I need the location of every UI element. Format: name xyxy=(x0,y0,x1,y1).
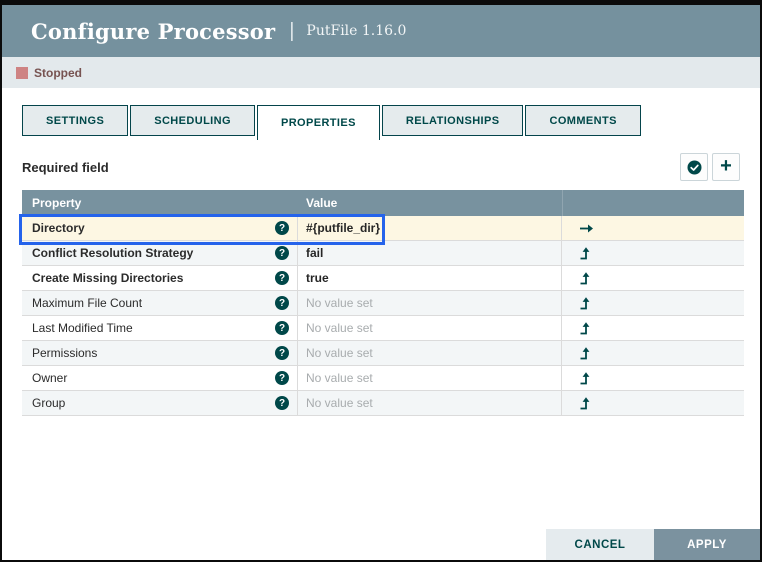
property-value[interactable]: No value set xyxy=(306,321,373,335)
table-row-permissions[interactable]: Permissions ? No value set xyxy=(22,341,744,366)
properties-toolbar: Required field + xyxy=(22,153,740,181)
level-up-arrow-icon xyxy=(579,396,591,410)
dialog-footer: CANCEL APPLY xyxy=(546,529,760,560)
toolbar-buttons: + xyxy=(680,153,740,181)
tab-properties[interactable]: PROPERTIES xyxy=(257,105,380,140)
level-up-arrow-icon xyxy=(579,371,591,385)
level-up-arrow-icon xyxy=(579,321,591,335)
question-circle-icon[interactable]: ? xyxy=(275,396,289,410)
dialog-header: Configure Processor | PutFile 1.16.0 xyxy=(2,5,760,57)
question-circle-icon[interactable]: ? xyxy=(275,371,289,385)
convert-to-parameter-button[interactable] xyxy=(562,291,744,315)
property-value[interactable]: No value set xyxy=(306,371,373,385)
configure-processor-dialog: Configure Processor | PutFile 1.16.0 Sto… xyxy=(0,0,762,562)
required-field-label: Required field xyxy=(22,160,109,175)
tab-bar: SETTINGS SCHEDULING PROPERTIES RELATIONS… xyxy=(22,105,740,140)
convert-to-parameter-button[interactable] xyxy=(562,266,744,290)
add-property-button[interactable]: + xyxy=(712,153,740,181)
convert-to-parameter-button[interactable] xyxy=(562,241,744,265)
level-up-arrow-icon xyxy=(579,246,591,260)
question-circle-icon[interactable]: ? xyxy=(275,271,289,285)
tab-comments[interactable]: COMMENTS xyxy=(525,105,640,136)
stopped-square-icon xyxy=(16,67,28,79)
tab-settings[interactable]: SETTINGS xyxy=(22,105,128,136)
question-circle-icon[interactable]: ? xyxy=(275,221,289,235)
table-row-conflict-resolution[interactable]: Conflict Resolution Strategy ? fail xyxy=(22,241,744,266)
tab-relationships[interactable]: RELATIONSHIPS xyxy=(382,105,524,136)
processor-type-version: PutFile 1.16.0 xyxy=(306,23,406,39)
convert-to-parameter-button[interactable] xyxy=(562,341,744,365)
property-value[interactable]: true xyxy=(306,271,329,285)
convert-to-parameter-button[interactable] xyxy=(562,391,744,415)
properties-table: Property Value Directory ? #{putfile_dir… xyxy=(22,190,744,416)
level-up-arrow-icon xyxy=(579,271,591,285)
property-name: Owner xyxy=(32,371,67,385)
table-header: Property Value xyxy=(22,190,744,216)
column-header-value: Value xyxy=(298,196,562,210)
table-row-maximum-file-count[interactable]: Maximum File Count ? No value set xyxy=(22,291,744,316)
property-value[interactable]: No value set xyxy=(306,396,373,410)
verify-properties-button[interactable] xyxy=(680,153,708,181)
goto-parameter-button[interactable] xyxy=(562,216,744,240)
title-separator: | xyxy=(289,20,294,43)
arrow-right-icon xyxy=(579,223,594,234)
question-circle-icon[interactable]: ? xyxy=(275,321,289,335)
property-name: Group xyxy=(32,396,65,410)
apply-button[interactable]: APPLY xyxy=(654,529,760,560)
table-row-create-missing-directories[interactable]: Create Missing Directories ? true xyxy=(22,266,744,291)
table-row-group[interactable]: Group ? No value set xyxy=(22,391,744,416)
tab-scheduling[interactable]: SCHEDULING xyxy=(130,105,255,136)
column-header-actions xyxy=(562,190,744,216)
circle-check-icon xyxy=(686,159,703,176)
dialog-content: SETTINGS SCHEDULING PROPERTIES RELATIONS… xyxy=(2,105,760,416)
column-header-property: Property xyxy=(22,196,298,210)
level-up-arrow-icon xyxy=(579,296,591,310)
property-value[interactable]: No value set xyxy=(306,296,373,310)
property-value[interactable]: fail xyxy=(306,246,323,260)
plus-icon: + xyxy=(720,156,732,176)
property-name: Create Missing Directories xyxy=(32,271,183,285)
property-name: Maximum File Count xyxy=(32,296,142,310)
property-value[interactable]: #{putfile_dir} xyxy=(306,221,380,235)
level-up-arrow-icon xyxy=(579,346,591,360)
question-circle-icon[interactable]: ? xyxy=(275,246,289,260)
property-name: Directory xyxy=(32,221,85,235)
question-circle-icon[interactable]: ? xyxy=(275,296,289,310)
question-circle-icon[interactable]: ? xyxy=(275,346,289,360)
cancel-button[interactable]: CANCEL xyxy=(546,529,654,560)
status-label: Stopped xyxy=(34,66,82,80)
table-row-owner[interactable]: Owner ? No value set xyxy=(22,366,744,391)
convert-to-parameter-button[interactable] xyxy=(562,316,744,340)
status-bar: Stopped xyxy=(2,57,760,88)
property-value[interactable]: No value set xyxy=(306,346,373,360)
property-name: Permissions xyxy=(32,346,97,360)
table-row-directory[interactable]: Directory ? #{putfile_dir} xyxy=(22,216,744,241)
property-name: Last Modified Time xyxy=(32,321,133,335)
property-name: Conflict Resolution Strategy xyxy=(32,246,193,260)
table-row-last-modified-time[interactable]: Last Modified Time ? No value set xyxy=(22,316,744,341)
dialog-title: Configure Processor xyxy=(31,19,275,44)
convert-to-parameter-button[interactable] xyxy=(562,366,744,390)
